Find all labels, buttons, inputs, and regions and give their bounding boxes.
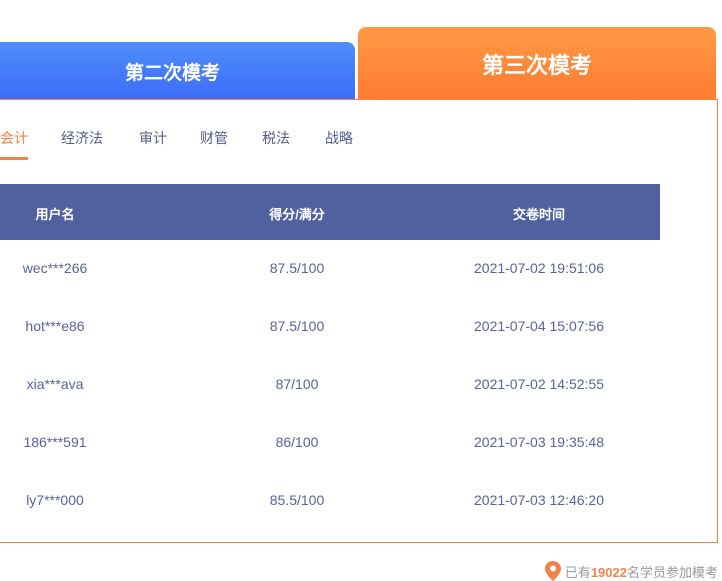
cell-score: 86/100 bbox=[275, 434, 319, 450]
cell-submit-time: 2021-07-04 15:07:56 bbox=[474, 318, 604, 334]
subject-tab-finance[interactable]: 财管 bbox=[200, 128, 228, 148]
cell-username: 186***591 bbox=[23, 434, 87, 450]
header-time: 交卷时间 bbox=[512, 207, 566, 222]
cell-score: 85.5/100 bbox=[269, 492, 325, 508]
subject-tab-economic-law[interactable]: 经济法 bbox=[61, 128, 103, 148]
participant-count: 已有19022名学员参加模考 bbox=[544, 561, 718, 581]
location-pin-icon bbox=[544, 561, 561, 581]
cell-score: 87.5/100 bbox=[269, 260, 325, 276]
table-row: 186***591 86/100 2021-07-03 19:35:48 bbox=[0, 414, 660, 472]
header-score: 得分/满分 bbox=[269, 207, 325, 222]
subject-tab-strategy[interactable]: 战略 bbox=[325, 128, 353, 148]
footer-suffix: 名学员参加模考 bbox=[626, 564, 718, 580]
subject-tab-accounting[interactable]: 会计 bbox=[0, 128, 28, 148]
tab-label: 第三次模考 bbox=[481, 52, 592, 78]
subject-tab-audit[interactable]: 审计 bbox=[139, 128, 167, 148]
cell-submit-time: 2021-07-02 14:52:55 bbox=[474, 376, 604, 392]
cell-score: 87.5/100 bbox=[269, 318, 325, 334]
cell-username: xia***ava bbox=[26, 376, 84, 392]
cell-submit-time: 2021-07-03 12:46:20 bbox=[474, 492, 604, 508]
cell-username: ly7***000 bbox=[26, 492, 84, 508]
subject-tab-tax-law[interactable]: 税法 bbox=[262, 128, 290, 148]
table-header: 用户名 得分/满分 交卷时间 bbox=[0, 184, 660, 240]
cell-username: wec***266 bbox=[22, 260, 88, 276]
footer-prefix: 已有 bbox=[564, 564, 591, 580]
table-row: ly7***000 85.5/100 2021-07-03 12:46:20 bbox=[0, 472, 660, 530]
cell-submit-time: 2021-07-02 19:51:06 bbox=[474, 260, 604, 276]
participant-number: 19022 bbox=[590, 564, 627, 580]
table-row: hot***e86 87.5/100 2021-07-04 15:07:56 bbox=[0, 298, 660, 356]
cell-username: hot***e86 bbox=[25, 318, 85, 334]
cell-score: 87/100 bbox=[275, 376, 319, 392]
tab-label: 第二次模考 bbox=[124, 62, 220, 84]
tab-second-mock[interactable]: 第二次模考 bbox=[0, 42, 355, 100]
table-row: wec***266 87.5/100 2021-07-02 19:51:06 bbox=[0, 240, 660, 298]
cell-submit-time: 2021-07-03 19:35:48 bbox=[474, 434, 604, 450]
tab-third-mock[interactable]: 第三次模考 bbox=[358, 27, 716, 100]
active-tab-underline bbox=[0, 157, 28, 160]
table-row: xia***ava 87/100 2021-07-02 14:52:55 bbox=[0, 356, 660, 414]
header-username: 用户名 bbox=[35, 207, 75, 222]
